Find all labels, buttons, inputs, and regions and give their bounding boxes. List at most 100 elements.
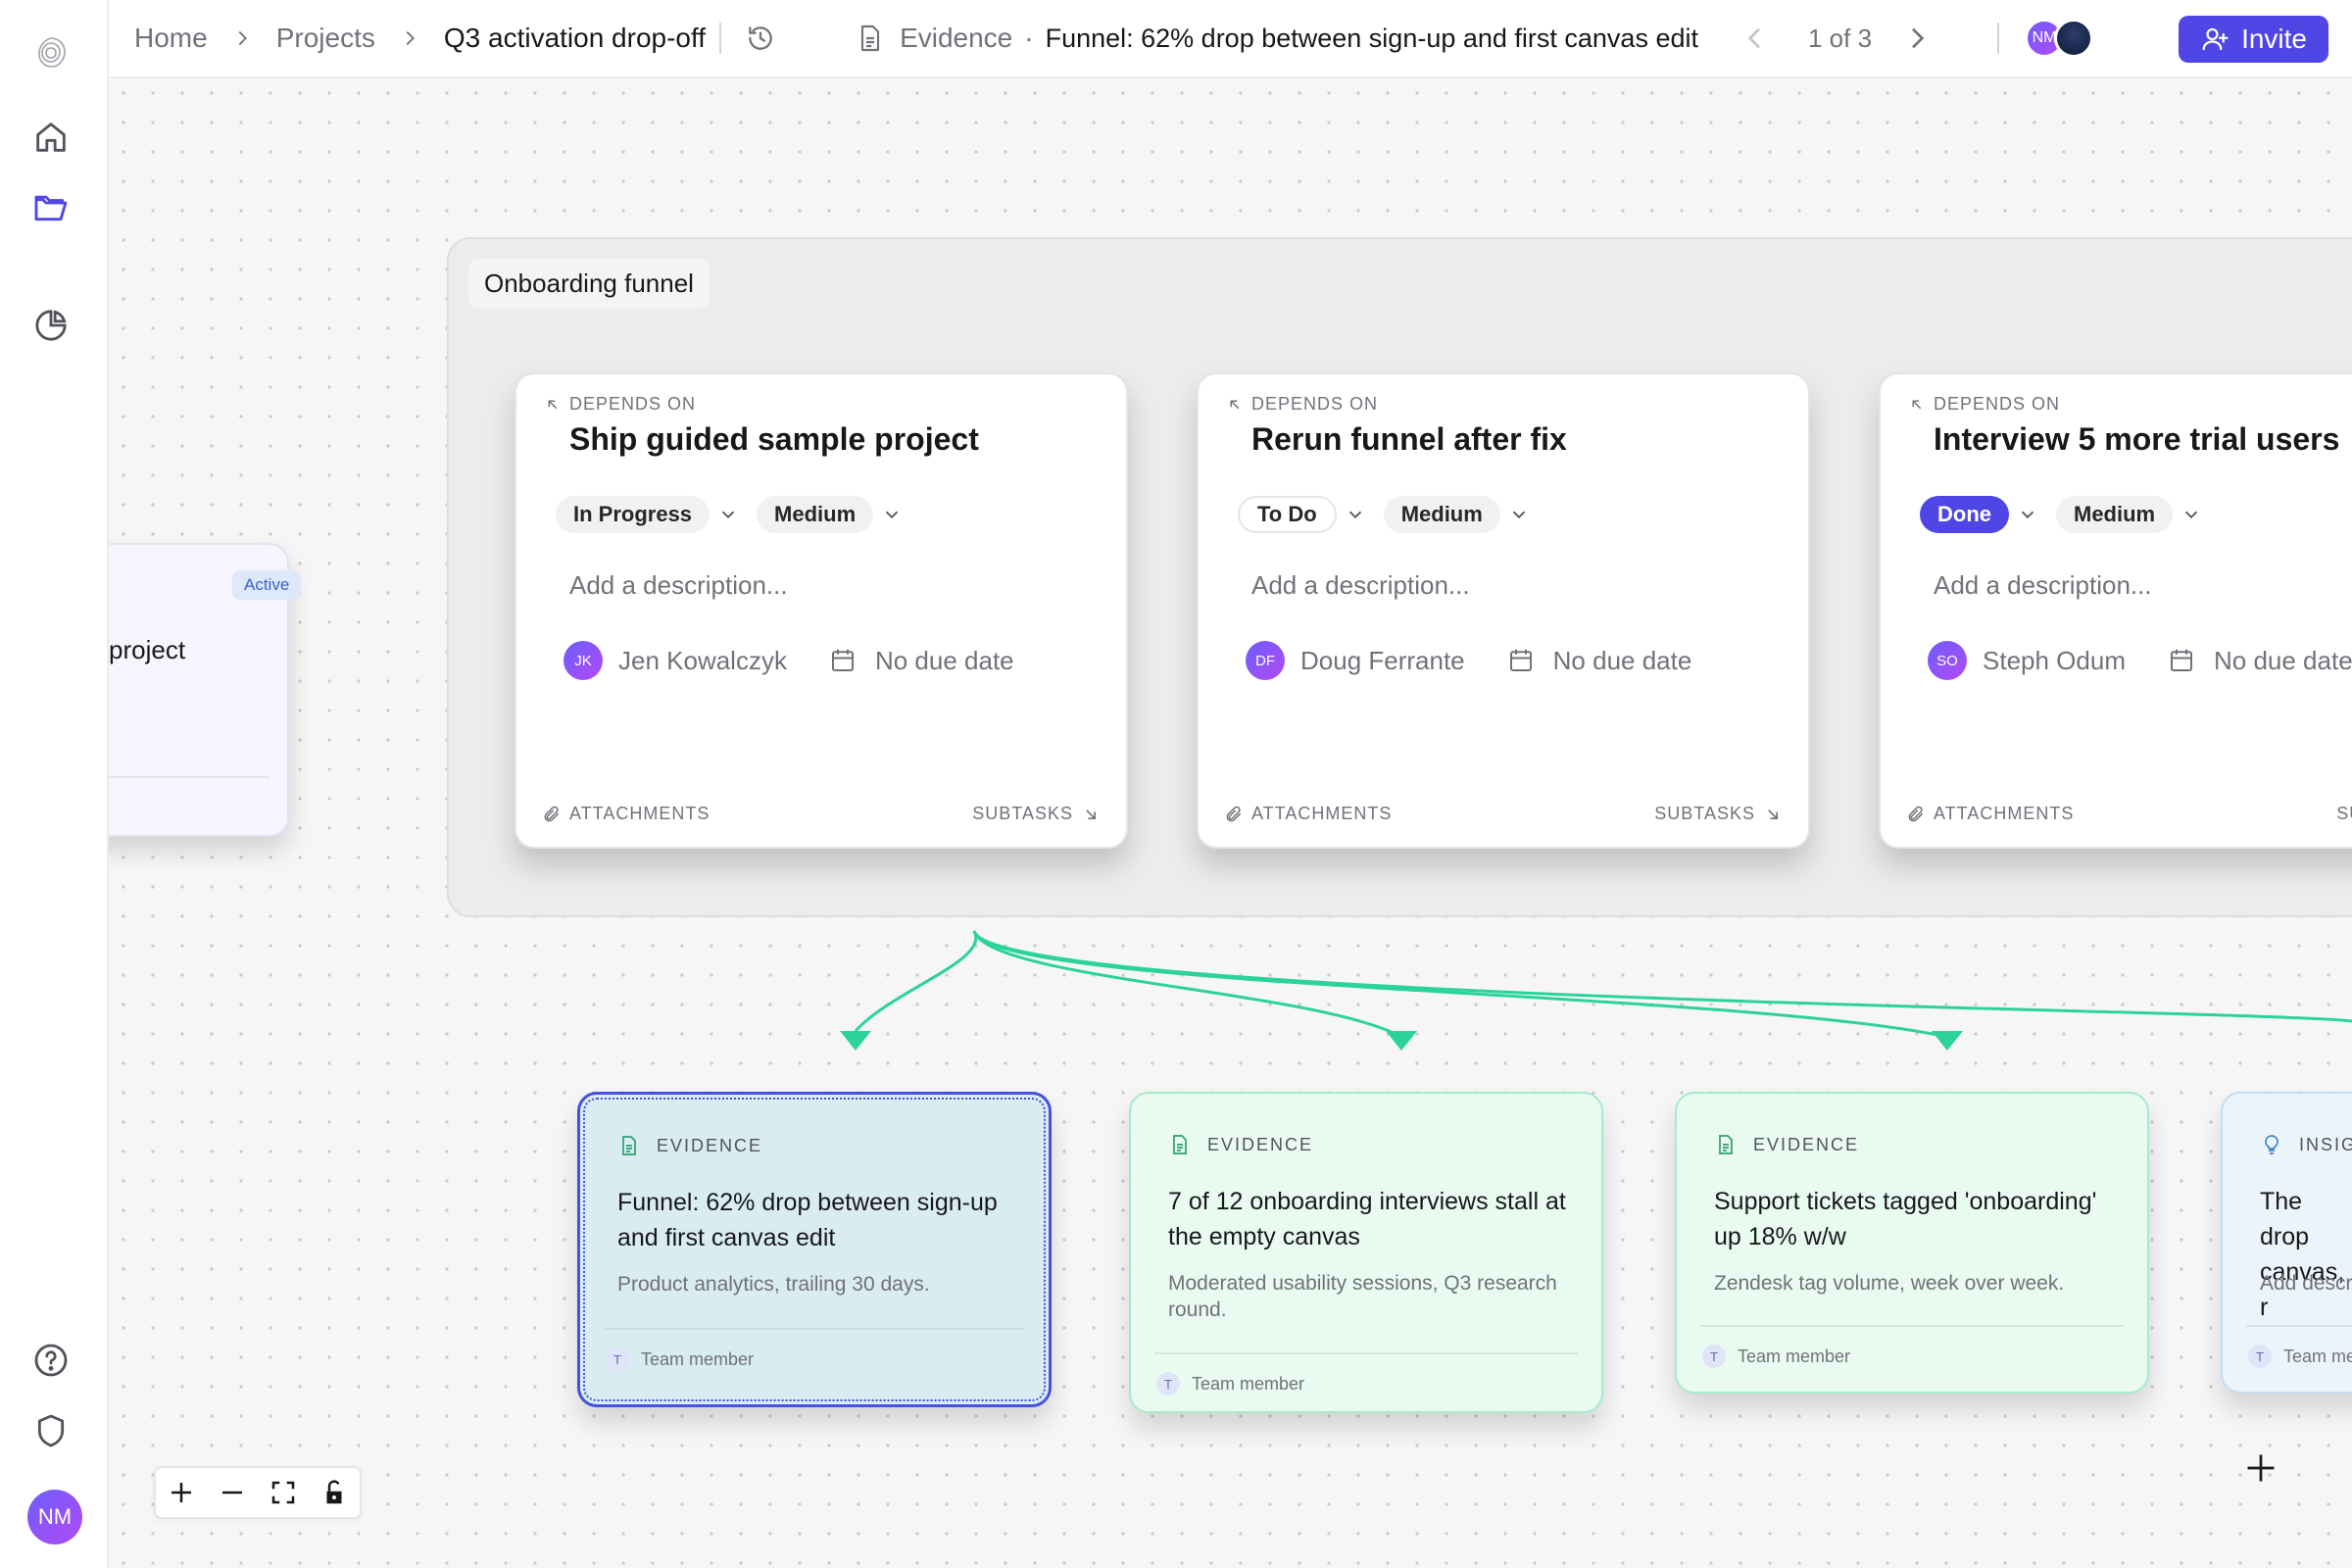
help-icon[interactable] — [24, 1333, 78, 1388]
zoom-in-icon[interactable] — [156, 1468, 207, 1517]
assignee-avatar[interactable]: DF — [1246, 641, 1285, 680]
attachments-link[interactable]: ATTACHMENTS — [1224, 804, 1392, 824]
breadcrumb-projects[interactable]: Projects — [276, 23, 375, 54]
depends-on-label: DEPENDS ON — [1908, 394, 2060, 415]
analytics-pie-icon[interactable] — [24, 298, 78, 353]
zoom-out-icon[interactable] — [207, 1468, 258, 1517]
breadcrumb-current[interactable]: Q3 activation drop-off — [444, 23, 706, 54]
collaborator-photo-avatar[interactable] — [2054, 19, 2094, 58]
attachments-link[interactable]: ATTACHMENTS — [542, 804, 710, 824]
priority-dropdown[interactable]: Medium — [2056, 496, 2174, 533]
group-label[interactable]: Onboarding funnel — [468, 259, 710, 309]
side-task-card[interactable]: Active project — [109, 543, 302, 837]
description-input[interactable]: Add a description... — [1251, 570, 1470, 601]
divider — [2246, 1325, 2352, 1327]
insight-description[interactable]: Add descr — [2260, 1270, 2352, 1297]
author-avatar: T — [1156, 1372, 1180, 1396]
evidence-source: Zendesk tag volume, week over week. — [1714, 1272, 2065, 1295]
arrowhead — [840, 1031, 871, 1051]
insight-author: T Team me — [2248, 1345, 2352, 1368]
assignee-avatar[interactable]: JK — [564, 641, 603, 680]
edge-to-evidence-2 — [972, 930, 1402, 1039]
document-icon — [622, 1136, 636, 1155]
chevron-down-icon[interactable] — [2180, 504, 2202, 525]
priority-dropdown[interactable]: Medium — [1383, 496, 1500, 533]
assignee-name[interactable]: Doug Ferrante — [1300, 646, 1465, 676]
evidence-source: Moderated usability sessions, Q3 researc… — [1168, 1272, 1557, 1321]
evidence-kicker: EVIDENCE — [1168, 1133, 1313, 1156]
history-icon[interactable] — [745, 23, 776, 54]
insight-title[interactable]: The drop canvas, r — [2260, 1184, 2352, 1325]
calendar-icon[interactable] — [2167, 646, 2196, 675]
attachments-link[interactable]: ATTACHMENTS — [1906, 804, 2074, 824]
user-avatar[interactable]: NM — [27, 1490, 82, 1544]
paperclip-icon — [1226, 806, 1242, 821]
chevron-down-icon[interactable] — [881, 504, 903, 525]
arrow-up-left-icon — [1230, 400, 1240, 409]
task-title[interactable]: Interview 5 more trial users — [1934, 421, 2339, 458]
evidence-kicker: EVIDENCE — [1714, 1133, 1859, 1156]
due-date[interactable]: No due date — [875, 646, 1014, 676]
document-icon — [1173, 1135, 1187, 1154]
chevron-right-icon[interactable] — [1901, 23, 1933, 54]
evidence-type-label: Evidence — [900, 23, 1013, 53]
chevron-down-icon[interactable] — [1345, 504, 1366, 525]
evidence-title[interactable]: Funnel: 62% drop between sign-up and fir… — [617, 1185, 1019, 1255]
add-user-icon — [2202, 27, 2229, 51]
assignee-name[interactable]: Jen Kowalczyk — [618, 646, 787, 676]
status-badge: Active — [232, 570, 302, 600]
breadcrumb-home[interactable]: Home — [134, 23, 208, 54]
evidence-author: T Team member — [1156, 1372, 1304, 1396]
security-shield-icon[interactable] — [24, 1403, 78, 1458]
chevron-down-icon[interactable] — [717, 504, 739, 525]
description-input[interactable]: Add a description... — [1934, 570, 2152, 601]
task-card[interactable]: DEPENDS ON Rerun funnel after fix To Do … — [1197, 372, 1810, 849]
divider — [1997, 23, 2000, 54]
evidence-author: T Team member — [606, 1348, 754, 1371]
top-bar: Home Projects Q3 activation drop-off Evi… — [109, 0, 2352, 78]
status-dropdown[interactable]: Done — [1920, 496, 2009, 533]
task-title[interactable]: Ship guided sample project — [569, 421, 979, 458]
zoom-controls — [154, 1466, 362, 1519]
chevron-down-icon[interactable] — [1508, 504, 1530, 525]
unlock-icon[interactable] — [309, 1468, 360, 1517]
task-card[interactable]: DEPENDS ON Interview 5 more trial users … — [1879, 372, 2352, 849]
divider — [604, 1328, 1025, 1330]
due-date[interactable]: No due date — [2214, 646, 2352, 676]
task-title[interactable]: Rerun funnel after fix — [1251, 421, 1567, 458]
calendar-icon[interactable] — [1506, 646, 1536, 675]
subtasks-link[interactable]: SUBTASKS — [2336, 804, 2352, 824]
divider — [719, 23, 722, 54]
evidence-title[interactable]: 7 of 12 onboarding interviews stall at t… — [1168, 1184, 1572, 1254]
priority-dropdown[interactable]: Medium — [757, 496, 874, 533]
subtasks-link[interactable]: SUBTASKS — [972, 804, 1101, 824]
projects-folder-icon[interactable] — [24, 180, 78, 235]
home-icon[interactable] — [24, 110, 78, 165]
task-card[interactable]: DEPENDS ON Ship guided sample project In… — [514, 372, 1128, 849]
due-date[interactable]: No due date — [1553, 646, 1692, 676]
evidence-card[interactable]: EVIDENCE 7 of 12 onboarding interviews s… — [1129, 1092, 1603, 1413]
invite-button[interactable]: Invite — [2179, 16, 2328, 63]
subtasks-link[interactable]: SUBTASKS — [1654, 804, 1783, 824]
sidebar: NM — [0, 0, 109, 1568]
status-dropdown[interactable]: To Do — [1238, 496, 1337, 533]
evidence-title[interactable]: Support tickets tagged 'onboarding' up 1… — [1714, 1184, 2118, 1254]
arrow-down-right-icon — [1768, 808, 1778, 819]
depends-on-label: DEPENDS ON — [544, 394, 696, 415]
collaborator-avatars[interactable]: NM — [2025, 19, 2094, 58]
status-dropdown[interactable]: In Progress — [556, 496, 710, 533]
crosshair-cursor-icon — [2243, 1450, 2278, 1491]
lightbulb-icon — [2265, 1135, 2278, 1154]
chevron-down-icon[interactable] — [2017, 504, 2038, 525]
assignee-avatar[interactable]: SO — [1928, 641, 1967, 680]
evidence-card[interactable]: EVIDENCE Support tickets tagged 'onboard… — [1675, 1092, 2149, 1394]
calendar-icon[interactable] — [828, 646, 858, 675]
evidence-card-selected[interactable]: EVIDENCE Funnel: 62% drop between sign-u… — [577, 1092, 1052, 1407]
fit-view-icon[interactable] — [258, 1468, 309, 1517]
insight-card[interactable]: INSIG The drop canvas, r Add descr T Tea… — [2221, 1092, 2352, 1394]
app-logo-icon[interactable] — [24, 25, 78, 80]
chevron-left-icon[interactable] — [1740, 23, 1771, 54]
canvas[interactable]: Active project Onboarding funnel DEPENDS… — [109, 78, 2352, 1568]
assignee-name[interactable]: Steph Odum — [1983, 646, 2126, 676]
description-input[interactable]: Add a description... — [569, 570, 788, 601]
